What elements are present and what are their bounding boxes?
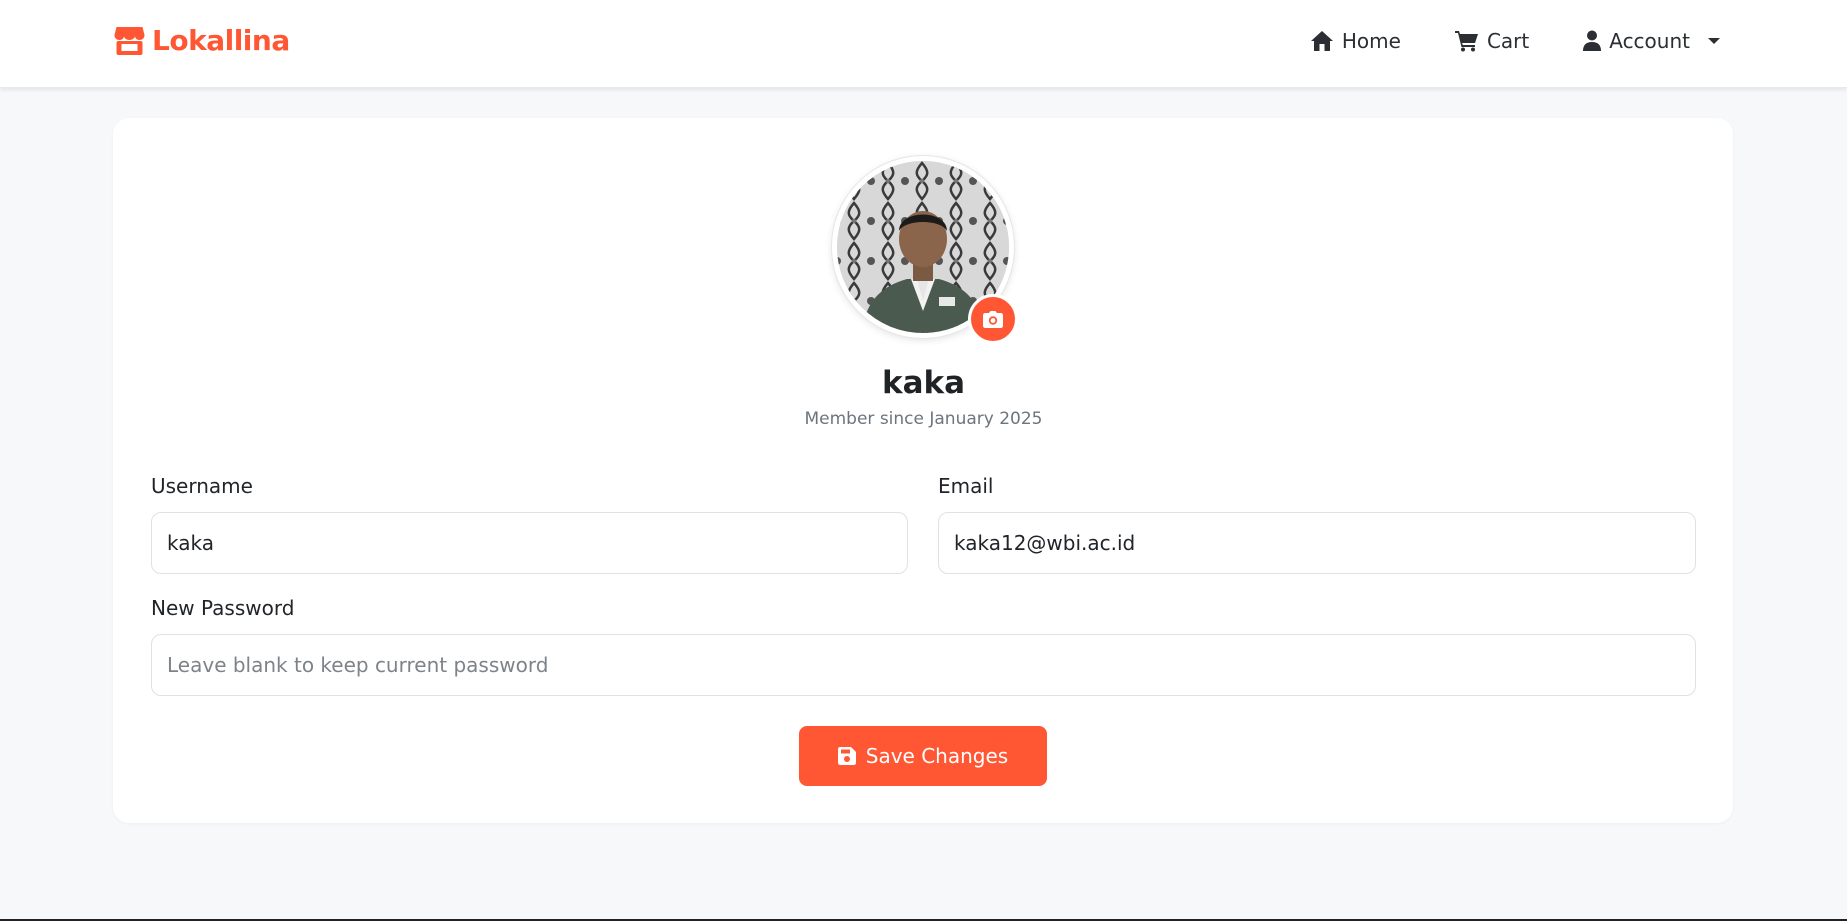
nav-links: Home Cart Account [1310, 24, 1720, 58]
save-changes-label: Save Changes [865, 744, 1009, 768]
save-changes-button[interactable]: Save Changes [799, 726, 1047, 786]
nav-cart-label: Cart [1486, 29, 1530, 53]
nav-account-label: Account [1609, 29, 1690, 53]
username-input[interactable] [151, 512, 908, 574]
camera-icon [983, 310, 1003, 328]
email-input[interactable] [938, 512, 1696, 574]
nav-cart[interactable]: Cart [1454, 29, 1530, 53]
brand-name: Lokallina [152, 23, 290, 57]
home-icon [1310, 31, 1333, 51]
email-label: Email [938, 474, 994, 498]
change-photo-button[interactable] [968, 294, 1018, 344]
profile-name: kaka [881, 365, 966, 401]
member-since-text: Member since January 2025 [804, 409, 1043, 429]
top-navbar: Lokallina Home Cart Account [0, 0, 1847, 88]
chevron-down-icon [1708, 38, 1720, 44]
new-password-input[interactable] [151, 634, 1696, 696]
username-label: Username [151, 474, 253, 498]
brand-logo[interactable]: Lokallina [113, 22, 290, 58]
nav-account-dropdown[interactable]: Account [1583, 29, 1720, 53]
nav-home[interactable]: Home [1310, 29, 1401, 53]
new-password-label: New Password [151, 596, 295, 620]
store-icon [114, 27, 145, 55]
user-icon [1583, 30, 1602, 51]
nav-home-label: Home [1341, 29, 1401, 53]
save-icon [837, 747, 856, 765]
cart-icon [1454, 31, 1478, 52]
